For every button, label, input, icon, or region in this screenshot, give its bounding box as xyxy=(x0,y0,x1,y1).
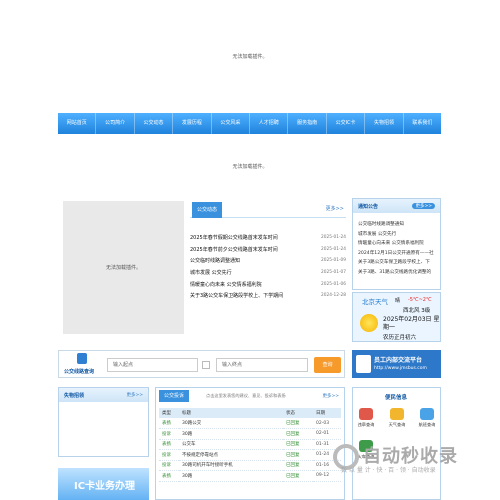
column-header-type: 类型 xyxy=(159,408,179,418)
list-item[interactable]: 情暖童心向未来 公交情系福利院 2025-01-06 xyxy=(190,278,346,290)
nav-item-contact[interactable]: 联系我们 xyxy=(404,113,441,134)
nav-item-ic-card[interactable]: 公交IC卡 xyxy=(327,113,366,134)
slideshow-plugin-message: 无法加载插件。 xyxy=(105,265,141,271)
tab-news[interactable]: 公交动态 xyxy=(192,202,222,218)
nav-item-jobs[interactable]: 人才招聘 xyxy=(250,113,289,134)
tab-complaints[interactable]: 公交投诉 xyxy=(159,390,190,402)
column-header-status: 状态 xyxy=(283,408,313,418)
weather-lunar-date: 农历正月初六 xyxy=(383,335,417,341)
plane-icon xyxy=(420,408,434,420)
top-banner-plugin-message: 无法加载插件。 xyxy=(232,54,268,60)
lost-found-more-link[interactable]: 更多>> xyxy=(126,392,143,398)
news-panel: 公交动态 更多>> 2025年春节假期公交线路首末发车时间 2025-01-24 … xyxy=(190,200,346,320)
staff-platform-title: 员工内部交流平台 xyxy=(374,357,423,364)
nav-item-about[interactable]: 公司简介 xyxy=(96,113,135,134)
weather-condition: 晴 xyxy=(395,298,401,304)
nav-item-home[interactable]: 网站首页 xyxy=(58,113,97,134)
lost-found-panel: 失物招领 更多>> xyxy=(58,387,149,457)
weather-date: 2025年02月03日 星期一 xyxy=(383,316,440,331)
news-slideshow[interactable]: 无法加载插件。 xyxy=(63,201,184,334)
staff-platform-url: http://www.jmsbus.com xyxy=(374,366,427,371)
swap-icon[interactable] xyxy=(202,361,210,369)
ic-card-banner-text: IC卡业务办理 xyxy=(74,481,136,492)
column-header-title: 标题 xyxy=(179,408,283,418)
table-row[interactable]: 投诉 30路司机开车时接听手机 已回复 01-16 xyxy=(159,460,341,471)
weather-wind: 西北风 3级 xyxy=(403,308,431,314)
table-row[interactable]: 表扬 30路公交 已回复 02-03 xyxy=(159,418,341,429)
notice-panel: 通知公告 更多>> 公交临时线路调整通知 城市发展 公交先行 情暖童心向未来 公… xyxy=(352,198,441,290)
table-row[interactable]: 表扬 公交车 已回复 01-31 xyxy=(159,439,341,450)
weather-query-link[interactable]: 天气查询 xyxy=(386,408,408,428)
nav-item-service[interactable]: 服务指南 xyxy=(288,113,327,134)
table-row[interactable]: 投诉 不按规定停靠站点 已回复 01-24 xyxy=(159,449,341,461)
list-item[interactable]: 2025年春节前夕公交线路首末发车时间 2025-01-24 xyxy=(190,244,346,256)
list-item[interactable]: 关于3路公交车保卫路段学校上、下 xyxy=(353,258,440,268)
list-item[interactable]: 情暖童心向未来 公交情系福利院 xyxy=(353,239,440,249)
car-icon xyxy=(359,408,373,420)
notice-more-link[interactable]: 更多>> xyxy=(412,203,435,209)
convenience-title: 便民信息 xyxy=(385,395,408,401)
news-more-link[interactable]: 更多>> xyxy=(326,205,344,212)
ic-card-banner[interactable]: IC卡业务办理 xyxy=(58,468,149,500)
watermark-subtitle: 数 以 量 计 · 快 · 百 · 领 · 自动收录 xyxy=(341,467,436,474)
list-item[interactable]: 城市发展 公交先行 2025-01-07 xyxy=(190,267,346,279)
banner-plugin-message: 无法加载插件。 xyxy=(232,164,268,170)
complaints-more-link[interactable]: 更多>> xyxy=(322,393,339,399)
notice-list: 公交临时线路调整通知 城市发展 公交先行 情暖童心向未来 公交情系福利院 202… xyxy=(353,213,440,277)
complaints-panel: 公交投诉 点击这里发表您的建议、意见、投诉和表扬 更多>> 类型 标题 状态 日… xyxy=(155,387,345,500)
staff-platform-banner[interactable]: 员工内部交流平台 http://www.jmsbus.com xyxy=(352,350,441,378)
start-input[interactable]: 输入起点 xyxy=(107,358,198,372)
complaints-table: 类型 标题 状态 日期 表扬 30路公交 已回复 02-03 投诉 30路 已回复 02-0… xyxy=(159,408,341,482)
flight-query-link[interactable]: 航班查询 xyxy=(416,408,438,428)
list-item[interactable]: 2024年12月1日公交开通原有——社 xyxy=(353,249,440,259)
nav-item-lost-found[interactable]: 失物招领 xyxy=(365,113,404,134)
watermark: 自动秒收录 数 以 量 计 · 快 · 百 · 领 · 自动收录 xyxy=(333,438,493,488)
weather-temperature: -5℃~2℃ xyxy=(408,297,432,303)
nav-item-news[interactable]: 公交动态 xyxy=(135,113,174,134)
list-item[interactable]: 2025年春节假期公交线路首末发车时间 2025-01-24 xyxy=(190,232,346,244)
weather-widget: 北京天气 晴 -5℃~2℃ 西北风 3级 2025年02月03日 星期一 农历正… xyxy=(352,292,441,342)
notice-title: 通知公告 xyxy=(358,204,379,210)
violation-query-link[interactable]: 违章查询 xyxy=(355,408,377,428)
main-nav: 网站首页 公司简介 公交动态 发展历程 公交风采 人才招聘 服务指南 公交IC卡… xyxy=(58,113,441,134)
table-row[interactable]: 表扬 30路 已回复 09-12 xyxy=(159,470,341,482)
weather-icon xyxy=(390,408,404,420)
table-row[interactable]: 投诉 30路 已回复 02-01 xyxy=(159,428,341,440)
list-item[interactable]: 城市发展 公交先行 xyxy=(353,230,440,240)
route-search-label: 公交线路查询 xyxy=(64,369,95,375)
staff-logo-icon xyxy=(356,355,371,373)
list-item[interactable]: 关于3路公交车保卫路段学校上、下学期间 2024-12-28 xyxy=(190,290,346,302)
end-input[interactable]: 输入终点 xyxy=(216,358,308,372)
table-header-row: 类型 标题 状态 日期 xyxy=(159,408,341,418)
lost-found-title: 失物招领 xyxy=(64,393,85,399)
sun-icon xyxy=(360,314,378,332)
notice-header: 通知公告 更多>> xyxy=(353,199,440,213)
nav-item-history[interactable]: 发展历程 xyxy=(173,113,212,134)
lost-found-header: 失物招领 更多>> xyxy=(59,388,148,402)
weather-city: 北京天气 xyxy=(362,298,388,306)
column-header-date: 日期 xyxy=(313,408,341,418)
nav-item-gallery[interactable]: 公交风采 xyxy=(212,113,251,134)
list-item[interactable]: 关于3路、31路公交线路优化调整的 xyxy=(353,268,440,278)
search-button[interactable]: 查询 xyxy=(314,357,341,373)
complaints-hint-link[interactable]: 点击这里发表您的建议、意见、投诉和表扬 xyxy=(206,393,286,399)
route-search-bar: 公交线路查询 输入起点 输入终点 查询 xyxy=(58,350,345,378)
bus-icon xyxy=(77,353,87,364)
news-header: 公交动态 更多>> xyxy=(190,200,346,218)
list-item[interactable]: 公交临时线路调整通知 2025-01-09 xyxy=(190,255,346,267)
list-item[interactable]: 公交临时线路调整通知 xyxy=(353,220,440,230)
news-list: 2025年春节假期公交线路首末发车时间 2025-01-24 2025年春节前夕公… xyxy=(190,232,346,302)
